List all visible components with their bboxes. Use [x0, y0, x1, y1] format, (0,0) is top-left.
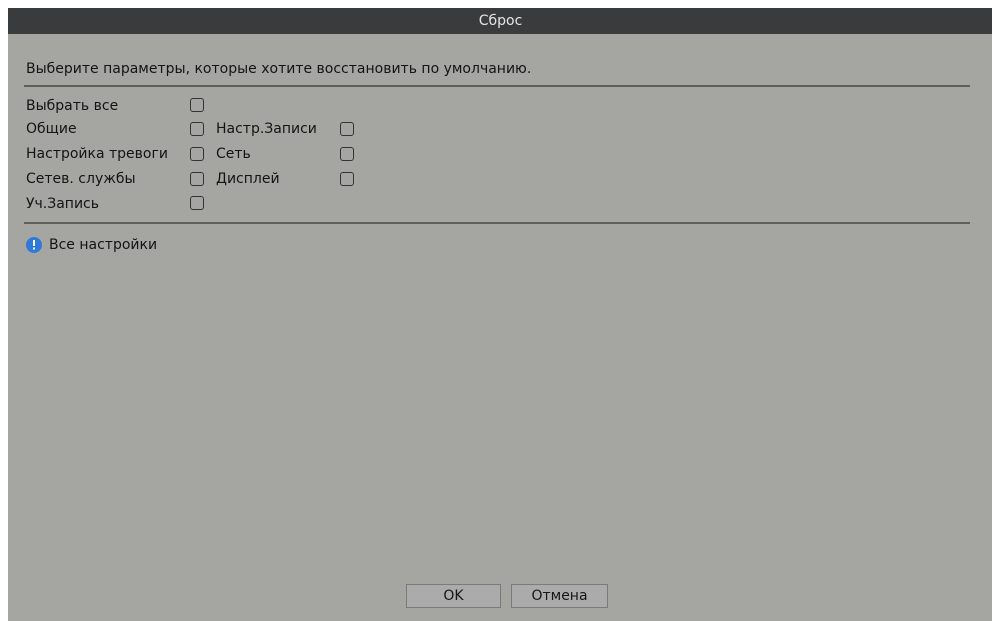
reset-dialog: Сброс Выберите параметры, которые хотите…	[8, 8, 992, 621]
option-display-label: Дисплей	[216, 171, 280, 187]
option-alarm-checkbox[interactable]	[190, 147, 204, 161]
info-icon	[26, 237, 42, 253]
cancel-button[interactable]: Отмена	[511, 584, 608, 608]
ok-button[interactable]: OK	[406, 584, 501, 608]
info-row: Все настройки	[26, 237, 157, 253]
top-divider	[24, 85, 970, 87]
dialog-title: Сброс	[8, 8, 992, 34]
option-account-label: Уч.Запись	[26, 196, 100, 212]
select-all-checkbox[interactable]	[190, 98, 204, 112]
select-all-label: Выбрать все	[26, 98, 119, 114]
option-net-services-checkbox[interactable]	[190, 172, 204, 186]
option-account-checkbox[interactable]	[190, 196, 204, 210]
option-record-label: Настр.Записи	[216, 121, 317, 137]
option-record-checkbox[interactable]	[340, 122, 354, 136]
option-alarm-label: Настройка тревоги	[26, 146, 168, 162]
option-general-label: Общие	[26, 121, 77, 137]
bottom-divider	[24, 222, 970, 224]
instruction-text: Выберите параметры, которые хотите восст…	[26, 61, 532, 77]
option-net-services-label: Сетев. службы	[26, 171, 136, 187]
info-text: Все настройки	[49, 237, 158, 253]
option-general-checkbox[interactable]	[190, 122, 204, 136]
option-network-checkbox[interactable]	[340, 147, 354, 161]
option-display-checkbox[interactable]	[340, 172, 354, 186]
option-network-label: Сеть	[216, 146, 251, 162]
